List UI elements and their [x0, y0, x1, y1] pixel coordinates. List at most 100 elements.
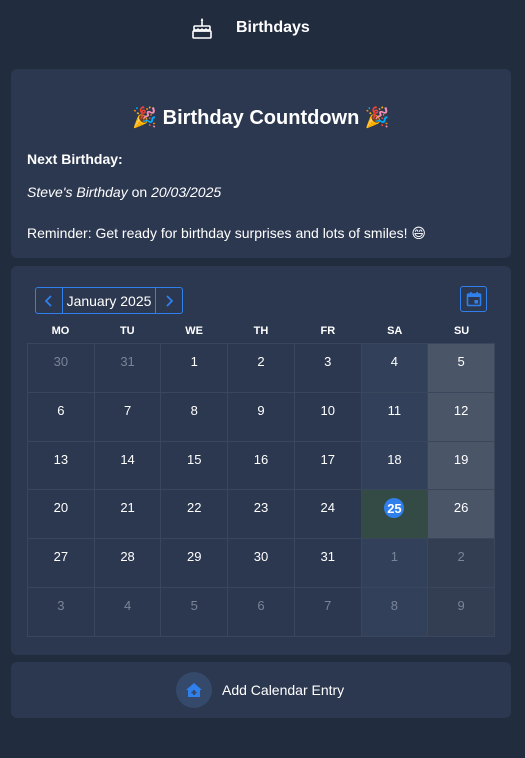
reminder-text: Reminder: Get ready for birthday surpris…	[27, 225, 426, 241]
day-number: 26	[453, 500, 469, 516]
day-number: 29	[187, 549, 202, 565]
calendar-day[interactable]: 31	[94, 344, 162, 393]
day-number: 22	[187, 500, 202, 516]
calendar-day[interactable]: 26	[428, 490, 495, 540]
month-navigation: January 2025	[35, 287, 183, 314]
calendar-day[interactable]: 15	[161, 441, 229, 491]
day-number: 1	[190, 354, 198, 369]
day-number: 23	[253, 500, 269, 516]
next-month-button[interactable]	[156, 288, 182, 313]
calendar-day[interactable]: 4	[94, 588, 162, 637]
calendar-day[interactable]: 5	[161, 588, 229, 637]
today-button[interactable]	[460, 286, 487, 312]
day-number: 8	[390, 598, 399, 614]
weekday-label: TH	[253, 325, 269, 337]
calendar-day[interactable]: 19	[428, 441, 495, 491]
calendar-day[interactable]: 2	[428, 539, 495, 589]
calendar-day[interactable]: 13	[28, 441, 95, 491]
prev-month-button[interactable]	[36, 288, 62, 313]
day-number: 7	[324, 598, 332, 614]
calendar-day[interactable]: 9	[428, 588, 495, 637]
calendar-today-icon	[466, 292, 481, 307]
day-number: 5	[457, 354, 465, 369]
home-add-icon	[186, 683, 202, 697]
calendar-day[interactable]: 8	[161, 392, 229, 442]
weekday-header: MO TU WE TH FR SA SU	[27, 325, 495, 343]
calendar-day[interactable]: 3	[28, 588, 95, 637]
day-number: 4	[390, 354, 399, 369]
day-number: 20	[53, 500, 69, 516]
calendar-day[interactable]: 1	[161, 344, 229, 393]
day-number: 3	[57, 598, 65, 614]
day-number: 8	[190, 402, 198, 418]
birthdays-app: Birthdays 🎉 Birthday Countdown 🎉 Next Bi…	[0, 0, 525, 758]
day-number: 30	[53, 354, 69, 369]
calendar-day[interactable]: 12	[428, 392, 495, 442]
calendar-day[interactable]: 22	[161, 490, 229, 540]
calendar-day[interactable]: 1	[361, 539, 429, 589]
calendar-day[interactable]: 10	[294, 392, 362, 442]
weekday-label: MO	[51, 325, 70, 337]
party-popper-icon: 🎉	[364, 107, 390, 129]
weekday-label: TU	[119, 325, 135, 337]
day-number: 24	[320, 500, 335, 516]
day-number: 19	[453, 451, 469, 467]
calendar-day[interactable]: 30	[28, 344, 95, 393]
party-popper-icon: 🎉	[132, 107, 158, 129]
calendar-day[interactable]: 18	[361, 441, 429, 491]
day-number: 14	[120, 451, 135, 467]
calendar-day[interactable]: 8	[361, 588, 429, 637]
calendar-day[interactable]: 24	[294, 490, 362, 540]
day-number: 10	[320, 402, 335, 418]
day-number: 7	[123, 402, 132, 418]
calendar-day[interactable]: 6	[28, 392, 95, 442]
day-number: 13	[53, 451, 69, 467]
day-number: 28	[120, 549, 135, 565]
calendar-day[interactable]: 29	[161, 539, 229, 589]
day-number: 15	[187, 451, 202, 467]
calendar-day[interactable]: 20	[28, 490, 95, 540]
calendar-day[interactable]: 4	[361, 344, 429, 393]
month-label[interactable]: January 2025	[62, 288, 156, 313]
chevron-left-icon	[44, 294, 52, 307]
day-number: 27	[53, 549, 69, 565]
calendar-day[interactable]: 25	[361, 490, 429, 540]
add-calendar-entry-button[interactable]: Add Calendar Entry	[176, 672, 344, 708]
day-number: 4	[123, 598, 132, 614]
calendar-day[interactable]: 23	[228, 490, 295, 540]
calendar-day[interactable]: 11	[361, 392, 429, 442]
calendar-day[interactable]: 16	[228, 441, 295, 491]
calendar-day[interactable]: 31	[294, 539, 362, 589]
calendar-day[interactable]: 6	[228, 588, 295, 637]
weekday-label: WE	[185, 325, 204, 337]
day-number: 16	[253, 451, 269, 467]
day-number: 3	[324, 354, 332, 369]
calendar-day[interactable]: 17	[294, 441, 362, 491]
day-number: 18	[387, 451, 402, 467]
chevron-right-icon	[166, 294, 174, 307]
day-number: 9	[257, 402, 265, 418]
calendar-card: January 2025 MO TU WE TH FR SA SU 30 31 1 2 3 4 5 6 7 8…	[11, 266, 511, 655]
calendar-day[interactable]: 3	[294, 344, 362, 393]
day-number: 30	[253, 549, 269, 565]
countdown-heading: 🎉 Birthday Countdown 🎉	[11, 105, 511, 130]
next-birthday-value: Steve's Birthday on 20/03/2025	[27, 184, 221, 200]
calendar-day[interactable]: 30	[228, 539, 295, 589]
calendar-day[interactable]: 7	[94, 392, 162, 442]
day-number: 5	[190, 598, 198, 614]
add-entry-card: Add Calendar Entry	[11, 662, 511, 718]
page-title: Birthdays	[236, 19, 310, 36]
day-number: 2	[257, 354, 265, 369]
countdown-card: 🎉 Birthday Countdown 🎉 Next Birthday: St…	[11, 69, 511, 258]
calendar-day[interactable]: 27	[28, 539, 95, 589]
day-number: 17	[320, 451, 335, 467]
cake-icon	[192, 18, 212, 39]
calendar-day[interactable]: 21	[94, 490, 162, 540]
calendar-day[interactable]: 28	[94, 539, 162, 589]
calendar-day[interactable]: 9	[228, 392, 295, 442]
calendar-day[interactable]: 7	[294, 588, 362, 637]
day-number: 11	[387, 402, 402, 418]
calendar-day[interactable]: 5	[428, 344, 495, 393]
calendar-day[interactable]: 14	[94, 441, 162, 491]
calendar-day[interactable]: 2	[228, 344, 295, 393]
